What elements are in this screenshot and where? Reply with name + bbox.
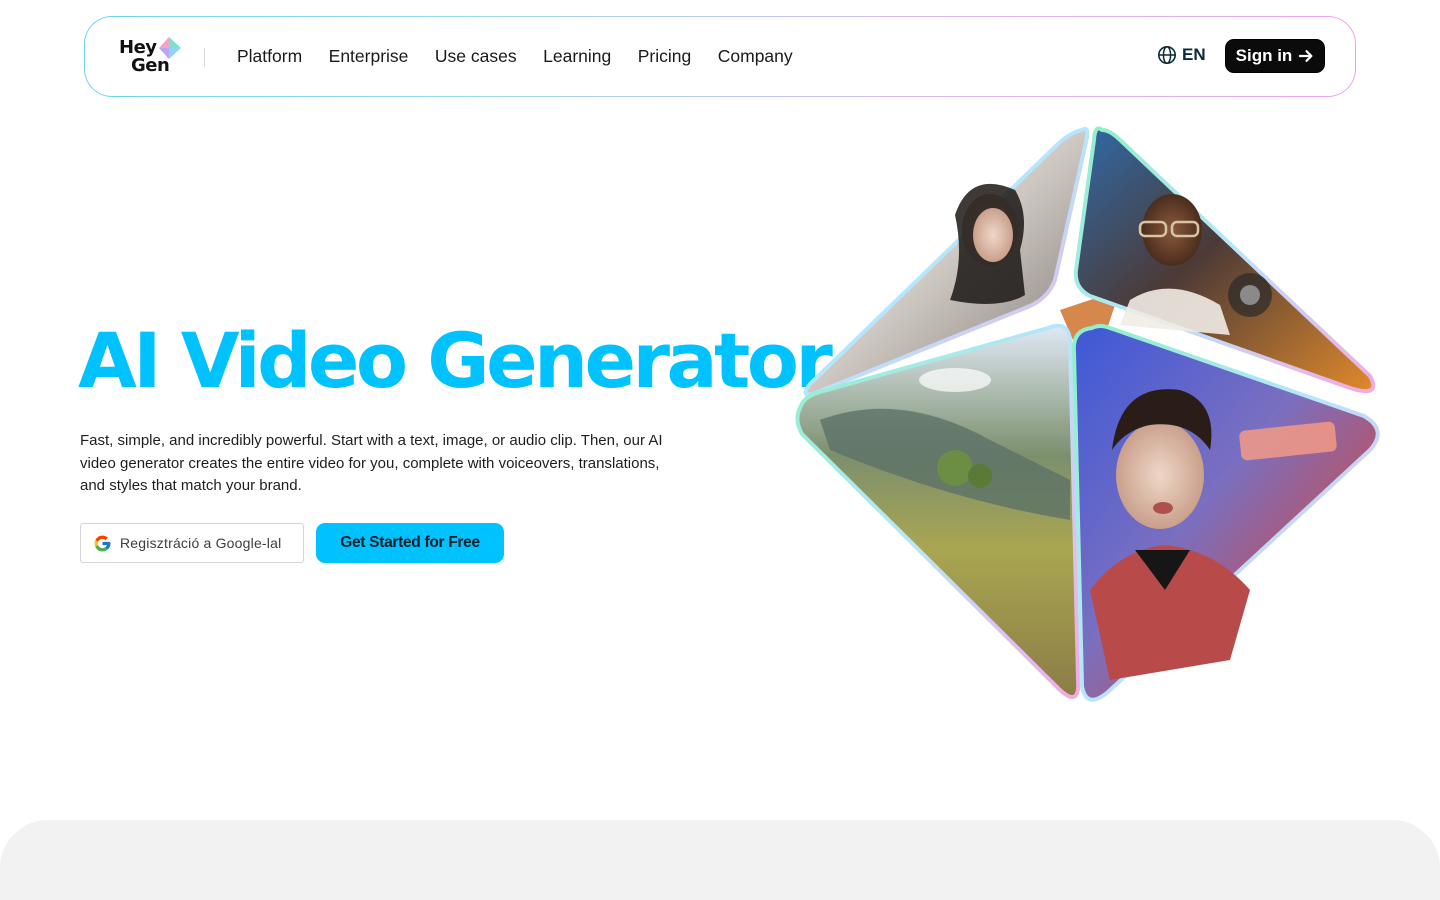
logo-mark-icon	[159, 37, 181, 59]
nav-divider	[204, 48, 205, 67]
top-nav: Hey Gen Platform Enterprise Use cases Le…	[85, 17, 1355, 96]
sign-in-label: Sign in	[1235, 46, 1293, 65]
logo-text-gen: Gen	[131, 55, 170, 76]
nav-link-use-cases[interactable]: Use cases	[435, 46, 517, 67]
nav-link-platform[interactable]: Platform	[237, 46, 302, 67]
get-started-button[interactable]: Get Started for Free	[316, 523, 504, 563]
top-nav-frame: Hey Gen Platform Enterprise Use cases Le…	[84, 16, 1356, 97]
language-selector[interactable]: EN	[1157, 45, 1206, 65]
google-signup-label: Regisztráció a Google-lal	[120, 535, 282, 551]
hero-description: Fast, simple, and incredibly powerful. S…	[80, 432, 663, 494]
nav-link-pricing[interactable]: Pricing	[638, 46, 692, 67]
nav-links: Platform Enterprise Use cases Learning P…	[237, 17, 819, 96]
globe-icon	[1158, 46, 1176, 64]
nav-link-enterprise[interactable]: Enterprise	[329, 46, 409, 67]
google-g-icon	[94, 535, 111, 551]
sign-in-button[interactable]: Sign in	[1225, 39, 1325, 73]
next-section-panel	[0, 820, 1440, 900]
nav-link-learning[interactable]: Learning	[543, 46, 611, 67]
google-signup-button[interactable]: Regisztráció a Google-lal	[80, 523, 304, 563]
nav-link-company[interactable]: Company	[718, 46, 793, 67]
hero-title: AI Video Generator	[78, 316, 833, 405]
language-label: EN	[1182, 45, 1206, 64]
arrow-right-icon	[1299, 50, 1313, 62]
hero-video-collage	[795, 126, 1380, 702]
heygen-logo[interactable]: Hey Gen	[117, 37, 181, 77]
